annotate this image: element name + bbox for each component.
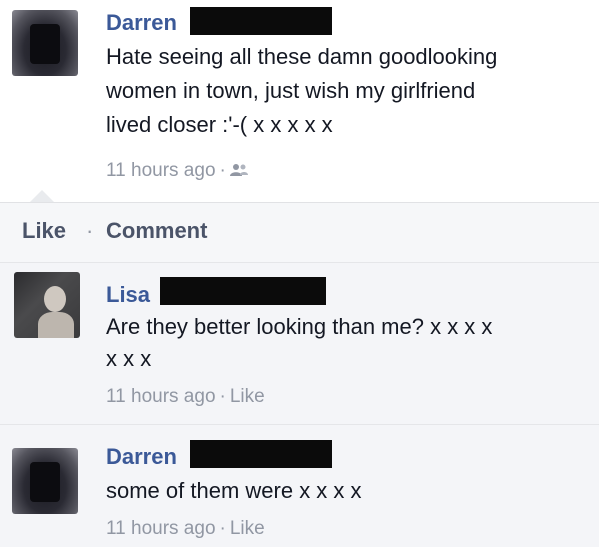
- comment-button[interactable]: Comment: [106, 218, 207, 244]
- comment-like-link[interactable]: Like: [230, 518, 265, 539]
- like-button[interactable]: Like: [22, 218, 66, 244]
- redacted-surname-bar: [190, 7, 332, 35]
- post-text-line-2: women in town, just wish my girlfriend: [106, 78, 476, 103]
- avatar[interactable]: [12, 10, 78, 76]
- comment-text-line-2: x x x: [106, 346, 152, 371]
- comment-pointer-caret: [30, 190, 54, 202]
- meta-separator: ·: [219, 386, 226, 407]
- redacted-surname-bar: [190, 440, 332, 468]
- meta-separator: ·: [219, 518, 226, 539]
- comment-meta: 11 hours ago · Like: [106, 518, 265, 540]
- post-timestamp[interactable]: 11 hours ago: [106, 160, 216, 181]
- status-post: Darren Hate seeing all these damn goodlo…: [0, 0, 599, 202]
- post-meta: 11 hours ago ·: [106, 160, 248, 182]
- action-separator: ·: [86, 218, 94, 243]
- divider: [0, 262, 599, 263]
- comment-timestamp[interactable]: 11 hours ago: [106, 518, 216, 539]
- comment-timestamp[interactable]: 11 hours ago: [106, 386, 216, 407]
- divider: [0, 424, 599, 425]
- post-author-name[interactable]: Darren: [106, 10, 177, 36]
- comment-author-name[interactable]: Lisa: [106, 282, 150, 308]
- comment-meta: 11 hours ago · Like: [106, 386, 265, 408]
- avatar[interactable]: [12, 448, 78, 514]
- post-text-line-1: Hate seeing all these damn goodlooking: [106, 44, 498, 69]
- avatar[interactable]: [14, 272, 80, 338]
- comment-author-name[interactable]: Darren: [106, 444, 177, 470]
- redacted-surname-bar: [160, 277, 326, 305]
- comment-text-line-1: some of them were x x x x: [106, 478, 362, 503]
- comment-like-link[interactable]: Like: [230, 386, 265, 407]
- comment-text-line-1: Are they better looking than me? x x x x: [106, 314, 493, 339]
- post-text-line-3: lived closer :'-( x x x x x: [106, 112, 333, 137]
- friends-icon[interactable]: [229, 161, 248, 176]
- meta-separator: ·: [219, 160, 226, 181]
